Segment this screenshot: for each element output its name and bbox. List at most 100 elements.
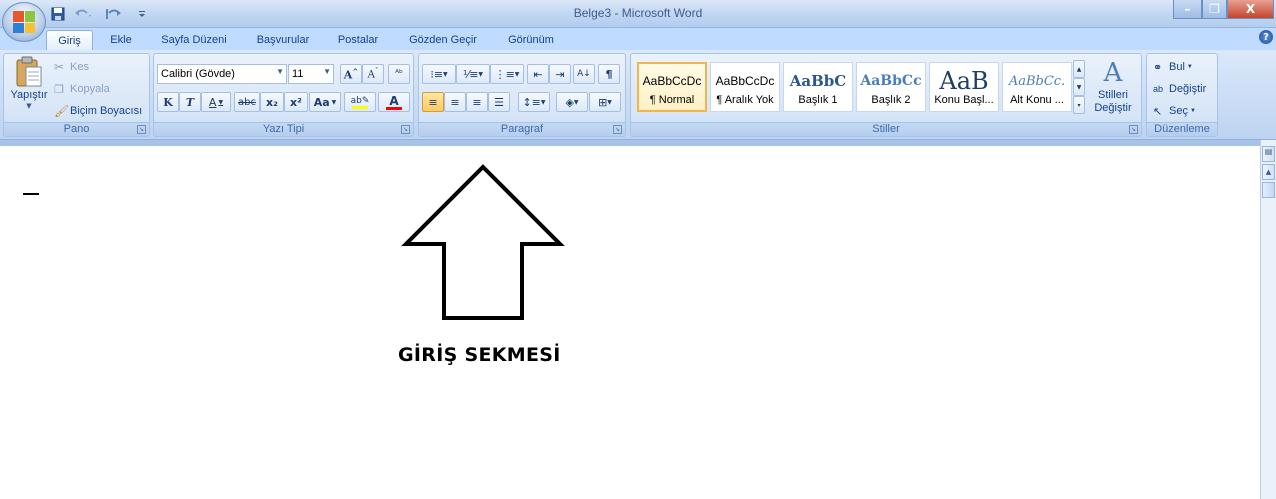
style-name: ¶ Aralık Yok <box>716 94 774 106</box>
gallery-down-button[interactable]: ▼ <box>1073 78 1085 96</box>
chevron-down-icon: ▼ <box>1189 108 1196 114</box>
align-right-icon: ≡ <box>472 95 482 109</box>
group-stiller: AaBbCcDc ¶ Normal AaBbCcDc ¶ Aralık Yok … <box>630 53 1142 137</box>
chevron-down-icon: ▼ <box>607 98 612 106</box>
style-gallery-scroller: ▲ ▼ ▾ <box>1073 60 1085 114</box>
copy-button[interactable]: ❐ Kopyala <box>54 80 110 98</box>
minimize-button[interactable]: – <box>1173 0 1202 19</box>
chevron-down-icon: ▼ <box>276 67 284 76</box>
ribbon: Yapıştır ▼ ✂ Kes ❐ Kopyala 🖌 Biçim Boyac… <box>0 50 1276 140</box>
shrink-font-icon: Aˇ <box>367 67 379 81</box>
close-button[interactable]: X <box>1227 0 1274 19</box>
gallery-up-button[interactable]: ▲ <box>1073 60 1085 78</box>
office-button[interactable] <box>2 2 46 42</box>
group-duzenleme: ⚭ Bul ▼ ab Değiştir ↖ Seç ▼ Düzenleme <box>1146 53 1218 137</box>
highlight-button[interactable]: ab✎ <box>344 92 376 112</box>
style-aralik-yok[interactable]: AaBbCcDc ¶ Aralık Yok <box>710 62 780 112</box>
chevron-down-icon: ▼ <box>514 70 520 78</box>
tab-giris[interactable]: Giriş <box>46 30 93 50</box>
select-label: Seç <box>1169 105 1188 117</box>
line-spacing-button[interactable]: ↕≡ ▼ <box>518 92 550 112</box>
decrease-indent-button[interactable]: ⇤ <box>527 64 549 84</box>
change-styles-button[interactable]: A Stilleri Değiştir <box>1087 58 1139 120</box>
strikethrough-label: abc <box>238 96 256 108</box>
underline-label: A <box>208 95 217 109</box>
chevron-down-icon: ▼ <box>478 70 484 78</box>
style-alt-konu[interactable]: AaBbCc. Alt Konu ... <box>1002 62 1072 112</box>
ruler-toggle-icon[interactable]: ▤ <box>1262 146 1275 162</box>
font-color-button[interactable]: A <box>378 92 410 112</box>
align-center-button[interactable]: ≡ <box>444 92 466 112</box>
grow-font-button[interactable]: A^ <box>340 64 362 84</box>
shading-button[interactable]: ◈ ▼ <box>556 92 588 112</box>
dialog-launcher-icon[interactable]: ↘ <box>137 125 146 134</box>
align-left-button[interactable]: ≡ <box>422 92 444 112</box>
paste-dropdown-icon[interactable]: ▼ <box>26 102 31 110</box>
font-name-combo[interactable]: Calibri (Gövde) ▼ <box>157 64 287 84</box>
restore-button[interactable]: ❐ <box>1202 0 1227 19</box>
clear-formatting-button[interactable]: ᴬᵇ <box>388 64 410 84</box>
tab-sayfa-duzeni[interactable]: Sayfa Düzeni <box>152 30 236 50</box>
font-size-combo[interactable]: 11 ▼ <box>288 64 334 84</box>
style-name: Alt Konu ... <box>1010 94 1064 106</box>
dialog-launcher-icon[interactable]: ↘ <box>401 125 410 134</box>
dialog-launcher-icon[interactable]: ↘ <box>613 125 622 134</box>
group-label-stiller: Stiller <box>631 122 1141 136</box>
grow-font-icon: A^ <box>343 66 359 82</box>
style-sample: AaBbCcDc <box>715 74 775 88</box>
minimize-icon: – <box>1184 2 1191 16</box>
replace-button[interactable]: ab Değiştir <box>1153 80 1206 98</box>
scissors-icon: ✂ <box>54 60 65 74</box>
font-size-value: 11 <box>292 68 304 80</box>
style-normal[interactable]: AaBbCcDc ¶ Normal <box>637 62 707 112</box>
strikethrough-button[interactable]: abc <box>234 92 260 112</box>
tab-ekle[interactable]: Ekle <box>102 30 140 50</box>
underline-button[interactable]: A ▼ <box>201 92 231 112</box>
scroll-up-button[interactable]: ▲ <box>1262 164 1275 180</box>
style-baslik-1[interactable]: AaBbC Başlık 1 <box>783 62 853 112</box>
numbering-button[interactable]: ⅟≡ ▼ <box>456 64 490 84</box>
show-hide-button[interactable]: ¶ <box>598 64 620 84</box>
chevron-down-icon: ▼ <box>443 70 448 78</box>
bold-button[interactable]: K <box>157 92 179 112</box>
dialog-launcher-icon[interactable]: ↘ <box>1129 125 1138 134</box>
style-name: Konu Başl... <box>934 94 994 106</box>
vertical-scrollbar[interactable]: ▤ ▲ <box>1260 140 1276 499</box>
format-painter-button[interactable]: 🖌 Biçim Boyacısı <box>54 102 142 120</box>
borders-button[interactable]: ⊞ ▼ <box>589 92 621 112</box>
increase-indent-button[interactable]: ⇥ <box>549 64 571 84</box>
superscript-button[interactable]: x² <box>284 92 308 112</box>
style-konu-basligi[interactable]: AaB Konu Başl... <box>929 62 999 112</box>
subscript-button[interactable]: x₂ <box>260 92 284 112</box>
select-button[interactable]: ↖ Seç ▼ <box>1153 102 1196 120</box>
style-baslik-2[interactable]: AaBbCc Başlık 2 <box>856 62 926 112</box>
paste-button[interactable]: Yapıştır ▼ <box>7 56 51 120</box>
sort-button[interactable]: A↓ <box>573 64 595 84</box>
justify-button[interactable]: ☰ <box>488 92 510 112</box>
group-label-duzenleme: Düzenleme <box>1147 122 1217 136</box>
up-arrow-icon <box>401 164 565 320</box>
gallery-more-button[interactable]: ▾ <box>1073 96 1085 114</box>
shrink-font-button[interactable]: Aˇ <box>362 64 384 84</box>
help-icon[interactable]: ? <box>1259 30 1273 44</box>
align-right-button[interactable]: ≡ <box>466 92 488 112</box>
document-area[interactable]: GİRİŞ SEKMESİ <box>0 140 1276 499</box>
tab-gorunum[interactable]: Görünüm <box>498 30 564 50</box>
style-sample: AaBbCc. <box>1008 73 1066 89</box>
change-styles-label-2: Değiştir <box>1094 101 1132 114</box>
change-case-button[interactable]: Aa ▼ <box>309 92 341 112</box>
align-left-icon: ≡ <box>428 95 438 109</box>
scroll-thumb[interactable] <box>1262 182 1275 198</box>
chevron-down-icon: ▼ <box>1076 83 1082 91</box>
cut-button[interactable]: ✂ Kes <box>54 58 89 76</box>
italic-button[interactable]: T <box>179 92 201 112</box>
title-bar: Belge3 - Microsoft Word – ❐ X <box>0 0 1276 28</box>
superscript-label: x² <box>290 95 302 109</box>
bullet-list-icon: ⁝≡ <box>430 67 444 81</box>
find-button[interactable]: ⚭ Bul ▼ <box>1153 58 1193 76</box>
tab-postalar[interactable]: Postalar <box>329 30 387 50</box>
multilevel-list-button[interactable]: ⋮≡ ▼ <box>490 64 524 84</box>
tab-gozden-gecir[interactable]: Gözden Geçir <box>400 30 486 50</box>
bullets-button[interactable]: ⁝≡ ▼ <box>422 64 456 84</box>
tab-basvurular[interactable]: Başvurular <box>247 30 319 50</box>
